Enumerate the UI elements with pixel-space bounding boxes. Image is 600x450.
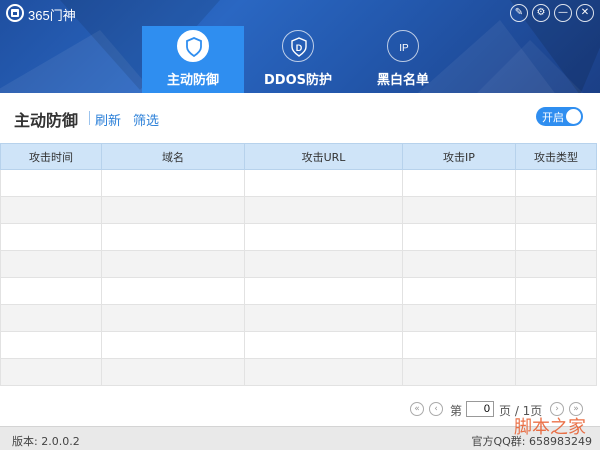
app-title: 365门神 bbox=[28, 8, 76, 23]
header-banner: 365门神 ✎ ⚙ — ✕ 主动防御 D DDOS防护 IP 黑白名单 bbox=[0, 0, 600, 93]
col-attack-type[interactable]: 攻击类型 bbox=[515, 143, 597, 170]
settings-icon[interactable]: ⚙ bbox=[532, 4, 550, 22]
page-number-input[interactable] bbox=[466, 401, 494, 417]
status-bar: 版本: 2.0.0.2 官方QQ群: 658983249 bbox=[0, 426, 600, 450]
close-icon[interactable]: ✕ bbox=[576, 4, 594, 22]
col-domain[interactable]: 域名 bbox=[101, 143, 245, 170]
svg-text:IP: IP bbox=[399, 43, 409, 54]
version-label: 版本: 2.0.0.2 bbox=[12, 435, 80, 448]
table-row[interactable] bbox=[0, 331, 597, 359]
minimize-icon[interactable]: — bbox=[554, 4, 572, 22]
tab-ddos[interactable]: D DDOS防护 bbox=[247, 26, 349, 93]
table-row[interactable] bbox=[0, 358, 597, 386]
table-row[interactable] bbox=[0, 223, 597, 251]
tab-label: DDOS防护 bbox=[264, 73, 332, 88]
col-attack-ip[interactable]: 攻击IP bbox=[402, 143, 516, 170]
title-bar: 365门神 ✎ ⚙ — ✕ bbox=[0, 0, 600, 26]
prev-page-icon[interactable]: ‹ bbox=[429, 402, 443, 416]
ip-icon: IP bbox=[387, 30, 419, 62]
svg-text:D: D bbox=[296, 43, 303, 53]
table-row[interactable] bbox=[0, 277, 597, 305]
table-row[interactable] bbox=[0, 196, 597, 224]
refresh-button[interactable]: 刷新 bbox=[95, 110, 121, 129]
table-row[interactable] bbox=[0, 169, 597, 197]
toggle-knob bbox=[566, 109, 581, 124]
attack-log-table: 攻击时间 域名 攻击URL 攻击IP 攻击类型 bbox=[0, 143, 597, 386]
tab-label: 黑白名单 bbox=[376, 73, 429, 88]
tab-blackwhite-list[interactable]: IP 黑白名单 bbox=[352, 26, 454, 93]
table-row[interactable] bbox=[0, 304, 597, 332]
protection-toggle[interactable]: 开启 bbox=[536, 107, 583, 126]
first-page-icon[interactable]: « bbox=[410, 402, 424, 416]
app-logo-icon bbox=[6, 4, 24, 22]
shield-icon bbox=[177, 30, 209, 62]
skin-icon[interactable]: ✎ bbox=[510, 4, 528, 22]
toggle-label: 开启 bbox=[542, 111, 564, 124]
col-attack-time[interactable]: 攻击时间 bbox=[0, 143, 102, 170]
col-attack-url[interactable]: 攻击URL bbox=[244, 143, 403, 170]
tab-active-defense[interactable]: 主动防御 bbox=[142, 26, 244, 93]
table-row[interactable] bbox=[0, 250, 597, 278]
filter-button[interactable]: 筛选 bbox=[133, 110, 159, 129]
title-divider bbox=[89, 111, 90, 125]
page-title: 主动防御 bbox=[14, 111, 79, 130]
pagination: « ‹ 第 页 / 1页 › » bbox=[0, 400, 600, 418]
table-header-row: 攻击时间 域名 攻击URL 攻击IP 攻击类型 bbox=[0, 143, 597, 170]
watermark-logo: 脚本之家 bbox=[514, 417, 586, 438]
tab-label: 主动防御 bbox=[166, 73, 219, 88]
page-prefix: 第 bbox=[450, 404, 463, 418]
d-shield-icon: D bbox=[282, 30, 314, 62]
